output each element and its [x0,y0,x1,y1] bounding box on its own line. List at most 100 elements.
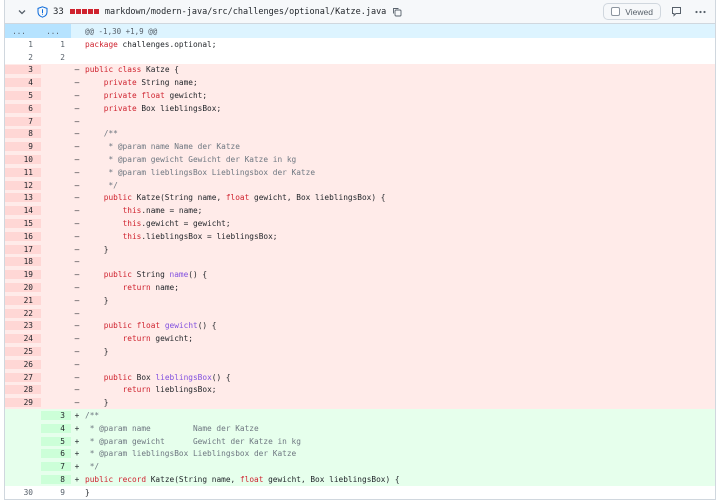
diff-marker: – [74,103,80,113]
new-line-number[interactable]: 8 [41,474,71,484]
old-line-number[interactable]: 6 [5,103,41,113]
diffstat-bar [69,9,99,14]
diff-line-del: 13 – public Katze(String name, float gewi… [5,191,715,205]
diff-marker: – [74,65,80,75]
diff-line-del: 18 – [5,255,715,269]
hunk-expand-old[interactable]: ... [5,24,41,38]
diff-marker: + [74,411,80,420]
new-line-number[interactable]: 1 [41,39,71,49]
diff-line-del: 20 – return name; [5,281,715,294]
more-options-icon[interactable] [691,3,709,21]
diff-marker: – [74,398,80,408]
collapse-chevron-icon[interactable] [15,5,29,19]
diff-marker: – [74,308,80,318]
old-line-number[interactable]: 4 [5,78,41,88]
diff-line-add: 3 + /** [5,409,715,422]
new-line-number[interactable]: 3 [41,411,71,420]
old-line-number[interactable]: 30 [5,487,41,497]
change-count: 33 [53,6,64,17]
code-text: private float gewicht; [103,91,208,101]
diff-marker: – [74,219,80,229]
new-line-number[interactable]: 2 [41,52,71,62]
code-text: this.name = name; [122,206,203,216]
file-path[interactable]: markdown/modern-java/src/challenges/opti… [105,7,386,17]
old-line-number[interactable]: 13 [5,193,41,203]
code-text: this.gewicht = gewicht; [122,219,231,229]
old-line-number[interactable]: 12 [5,180,41,190]
old-line-number[interactable]: 23 [5,321,41,331]
diffstat-square [69,9,75,14]
diff-marker: – [74,295,80,305]
new-line-number[interactable]: 6 [41,449,71,459]
new-line-number[interactable]: 7 [41,462,71,472]
old-line-number[interactable]: 5 [5,91,41,101]
diff-line-add: 4 + * @param name Name der Katze [5,421,715,435]
diff-marker: + [74,462,80,472]
old-line-number[interactable]: 10 [5,155,41,165]
old-line-number[interactable]: 1 [5,39,41,49]
code-text: public float gewicht() { [103,321,217,331]
diff-line-del: 28 – return lieblingsBox; [5,383,715,397]
old-line-number[interactable]: 19 [5,270,41,280]
old-line-number[interactable]: 11 [5,167,41,177]
diff-marker: – [74,167,80,177]
old-line-number[interactable]: 7 [5,116,41,126]
diff-line-del: 7– [5,114,715,128]
file-header: 33 markdown/modern-java/src/challenges/o… [5,0,715,24]
hunk-expand-new[interactable]: ... [41,24,71,38]
new-line-number[interactable]: 4 [41,423,71,433]
old-line-number[interactable]: 18 [5,257,41,267]
old-line-number[interactable]: 2 [5,52,41,62]
diff-line-del: 25 – } [5,345,715,358]
diff-line-del: 9 – * @param name Name der Katze [5,140,715,154]
code-text: return name; [122,283,179,293]
old-line-number[interactable]: 27 [5,372,41,382]
old-line-number[interactable]: 17 [5,244,41,254]
code-text: * @param gewicht Gewicht der Katze in kg [85,436,301,446]
code-text: package challenges.optional; [85,39,217,49]
diff-marker: – [74,359,80,369]
old-line-number[interactable]: 15 [5,219,41,229]
diff-marker: + [74,449,80,459]
old-line-number[interactable]: 28 [5,385,41,395]
old-line-number[interactable]: 14 [5,206,41,216]
old-line-number[interactable]: 26 [5,359,41,369]
diff-marker: – [74,78,80,88]
old-line-number[interactable]: 21 [5,295,41,305]
diff-marker: – [74,206,80,216]
old-line-number[interactable]: 22 [5,308,41,318]
old-line-number[interactable]: 16 [5,231,41,241]
diff-line-del: 5 – private float gewicht; [5,89,715,102]
code-text: public class Katze { [85,65,179,75]
code-text: public Katze(String name, float gewicht,… [103,193,386,203]
diff-line-ctx: 22 [5,51,715,64]
old-line-number[interactable]: 3 [5,65,41,75]
old-line-number[interactable]: 25 [5,347,41,357]
diff-marker: – [74,334,80,344]
old-line-number[interactable]: 29 [5,398,41,408]
diff-marker: – [74,142,80,152]
code-text: public String name() { [103,270,208,280]
diff-marker: – [74,372,80,382]
new-line-number[interactable]: 9 [41,487,71,497]
comment-icon[interactable] [667,3,685,21]
diff-line-add: 6 + * @param lieblingsBox Lieblingsbox de… [5,447,715,461]
old-line-number[interactable]: 20 [5,283,41,293]
viewed-checkbox[interactable] [611,7,621,16]
diff-marker: – [74,116,80,126]
diff-line-add: 5 + * @param gewicht Gewicht der Katze in… [5,434,715,448]
code-text: private Box lieblingsBox; [103,103,222,113]
code-text: } [85,244,109,254]
diff-marker: – [74,193,80,203]
diff-marker: + [74,436,80,446]
code-text: * @param name Name der Katze [85,423,259,433]
viewed-toggle[interactable]: Viewed [603,3,661,20]
old-line-number[interactable]: 8 [5,129,41,139]
diff-marker: + [74,423,80,433]
old-line-number[interactable]: 9 [5,142,41,152]
old-line-number[interactable]: 24 [5,334,41,344]
copy-icon[interactable] [390,5,404,19]
diff-marker: + [74,474,80,484]
new-line-number[interactable]: 5 [41,436,71,446]
code-text: } [85,295,109,305]
